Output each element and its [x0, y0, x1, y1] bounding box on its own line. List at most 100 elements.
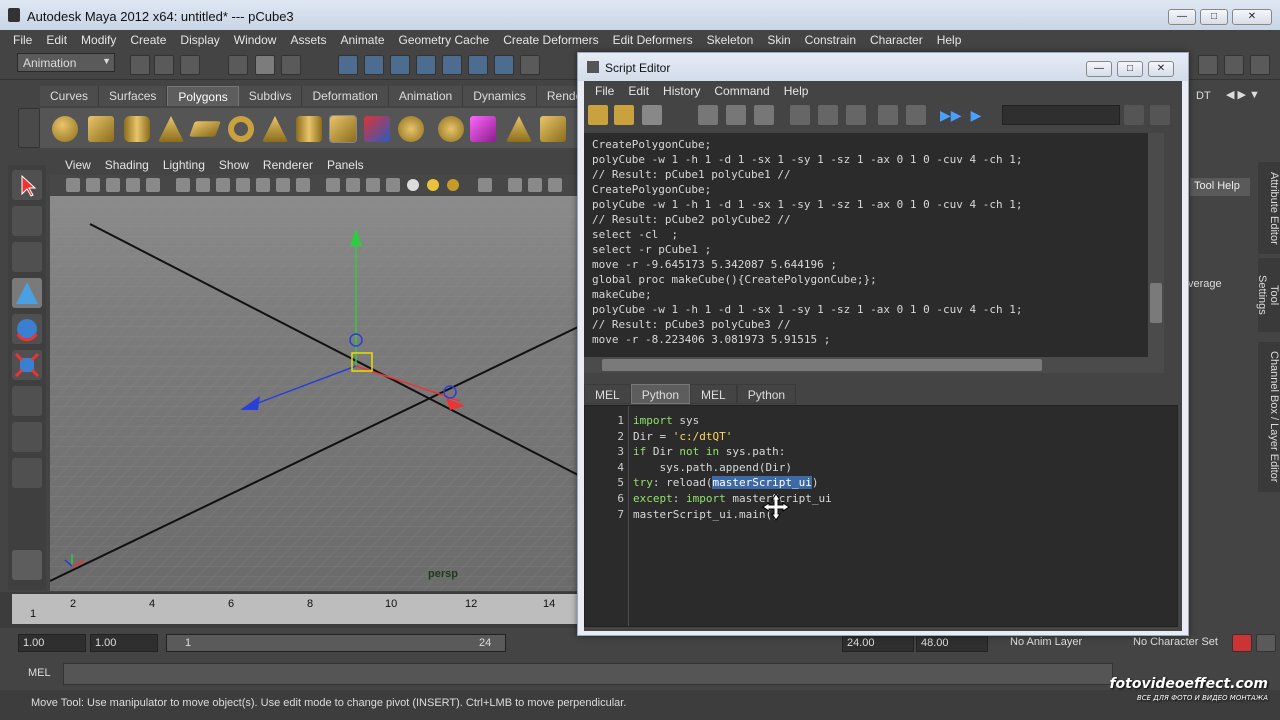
se-menu-edit[interactable]: Edit	[621, 84, 656, 98]
viewport-menu-renderer[interactable]: Renderer	[256, 158, 320, 172]
se-close-button[interactable]: ✕	[1148, 61, 1174, 77]
search-up-icon[interactable]	[1150, 105, 1170, 125]
snap-grid-icon[interactable]	[338, 55, 358, 75]
playback-start-field[interactable]: 1.00	[90, 634, 158, 652]
poly-plane-icon[interactable]	[189, 121, 221, 137]
menu-create[interactable]: Create	[123, 33, 173, 47]
ipr-render-icon[interactable]	[494, 55, 514, 75]
show-history-icon[interactable]	[790, 105, 810, 125]
script-input-editor[interactable]: 1 2 3 4 5 6 7 import sys Dir = 'c:/dtQT'…	[584, 405, 1178, 627]
poly-pipe-icon[interactable]	[296, 116, 322, 142]
playback-end-field[interactable]: 24.00	[842, 634, 914, 652]
shelf-options-icon[interactable]	[18, 108, 40, 148]
clear-history-icon[interactable]	[698, 105, 718, 125]
selected-text[interactable]: masterScript_ui	[712, 476, 812, 489]
viewport-menu-shading[interactable]: Shading	[98, 158, 156, 172]
se-menu-file[interactable]: File	[588, 84, 621, 98]
anim-layer-dropdown[interactable]: No Anim Layer	[1006, 634, 1124, 652]
poly-cylinder-icon[interactable]	[124, 116, 150, 142]
clear-all-icon[interactable]	[754, 105, 774, 125]
auto-key-icon[interactable]	[1232, 634, 1252, 652]
soft-mod-tool-icon[interactable]	[12, 422, 42, 452]
menu-file[interactable]: File	[6, 33, 39, 47]
lasso-tool-icon[interactable]	[12, 206, 42, 236]
search-input[interactable]	[1002, 105, 1120, 125]
tab-mel[interactable]: MEL	[584, 384, 631, 404]
viewport-menu-panels[interactable]: Panels	[320, 158, 371, 172]
last-tool-icon[interactable]	[12, 458, 42, 488]
execute-icon[interactable]: ▶	[966, 105, 986, 125]
command-language-label[interactable]: MEL	[28, 667, 51, 679]
separate-icon[interactable]	[398, 116, 424, 142]
manipulator-tool-icon[interactable]	[12, 386, 42, 416]
scrollbar-thumb[interactable]	[602, 359, 1042, 371]
shelf-tab-curves[interactable]: Curves	[40, 86, 100, 106]
echo-commands-icon[interactable]	[878, 105, 898, 125]
snap-surface-icon[interactable]	[442, 55, 462, 75]
open-script-icon[interactable]	[588, 105, 608, 125]
menu-set-selector[interactable]: Animation ▼	[17, 53, 115, 72]
viewport-menu-lighting[interactable]: Lighting	[156, 158, 212, 172]
poly-platonic-icon[interactable]	[329, 115, 357, 143]
shelf-tab-dynamics[interactable]: Dynamics	[463, 86, 537, 106]
menu-display[interactable]: Display	[173, 33, 226, 47]
time-slider[interactable]: 1 2 4 6 8 10 12 14	[0, 592, 580, 628]
range-slider[interactable]: 1 24	[166, 634, 506, 652]
command-input[interactable]	[63, 663, 1113, 685]
append-polygon-icon[interactable]	[540, 116, 566, 142]
shelf-tab-subdivs[interactable]: Subdivs	[238, 86, 303, 106]
paint-select-tool-icon[interactable]	[12, 242, 42, 272]
minimize-button[interactable]: —	[1168, 9, 1196, 25]
select-object-icon[interactable]	[255, 55, 275, 75]
select-tool-icon[interactable]	[12, 170, 42, 200]
scrollbar-thumb[interactable]	[1150, 283, 1162, 323]
end-time-field[interactable]: 48.00	[916, 634, 988, 652]
extrude-icon[interactable]	[470, 116, 496, 142]
se-menu-help[interactable]: Help	[777, 84, 816, 98]
attribute-toggle-icon[interactable]	[1250, 55, 1270, 75]
show-both-icon[interactable]	[846, 105, 866, 125]
source-script-icon[interactable]	[614, 105, 634, 125]
snap-point-icon[interactable]	[390, 55, 410, 75]
select-component-icon[interactable]	[281, 55, 301, 75]
menu-animate[interactable]: Animate	[333, 33, 391, 47]
menu-help[interactable]: Help	[930, 33, 969, 47]
tool-help-button[interactable]: Tool Help	[1190, 178, 1250, 196]
preferences-icon[interactable]	[1256, 634, 1276, 652]
menu-constrain[interactable]: Constrain	[798, 33, 863, 47]
save-scene-icon[interactable]	[180, 55, 200, 75]
menu-edit[interactable]: Edit	[39, 33, 74, 47]
time-ruler[interactable]: 1 2 4 6 8 10 12 14	[12, 594, 580, 624]
bridge-icon[interactable]	[506, 116, 532, 142]
start-time-field[interactable]: 1.00	[18, 634, 86, 652]
shelf-tab-deformation[interactable]: Deformation	[302, 86, 389, 106]
quick-layout-icon[interactable]	[12, 550, 42, 580]
se-maximize-button[interactable]: □	[1117, 61, 1143, 77]
snap-curve-icon[interactable]	[364, 55, 384, 75]
history-vertical-scrollbar[interactable]	[1148, 133, 1164, 357]
menu-skeleton[interactable]: Skeleton	[700, 33, 761, 47]
channel-box-tab[interactable]: Channel Box / Layer Editor	[1258, 342, 1280, 492]
se-menu-history[interactable]: History	[656, 84, 707, 98]
shelf-tab-animation[interactable]: Animation	[388, 86, 464, 106]
snap-plane-icon[interactable]	[416, 55, 436, 75]
shelf-tab-surfaces[interactable]: Surfaces	[99, 86, 168, 106]
script-editor-titlebar[interactable]: Script Editor — □ ✕	[578, 53, 1188, 81]
tab-python[interactable]: Python	[630, 384, 691, 404]
perspective-viewport[interactable]: persp	[50, 196, 580, 591]
close-button[interactable]: ✕	[1232, 9, 1272, 25]
menu-assets[interactable]: Assets	[283, 33, 333, 47]
render-icon[interactable]	[468, 55, 488, 75]
search-down-icon[interactable]	[1124, 105, 1144, 125]
help-icon[interactable]	[520, 55, 540, 75]
rotate-tool-icon[interactable]	[12, 314, 42, 344]
attribute-editor-tab[interactable]: Attribute Editor	[1258, 162, 1280, 254]
history-horizontal-scrollbar[interactable]	[584, 357, 1164, 373]
new-scene-icon[interactable]	[130, 55, 150, 75]
show-input-icon[interactable]	[818, 105, 838, 125]
clear-input-icon[interactable]	[726, 105, 746, 125]
viewport-menu-show[interactable]: Show	[212, 158, 256, 172]
poly-sphere-icon[interactable]	[52, 116, 78, 142]
select-hierarchy-icon[interactable]	[228, 55, 248, 75]
script-history-panel[interactable]: CreatePolygonCube; polyCube -w 1 -h 1 -d…	[584, 133, 1164, 357]
